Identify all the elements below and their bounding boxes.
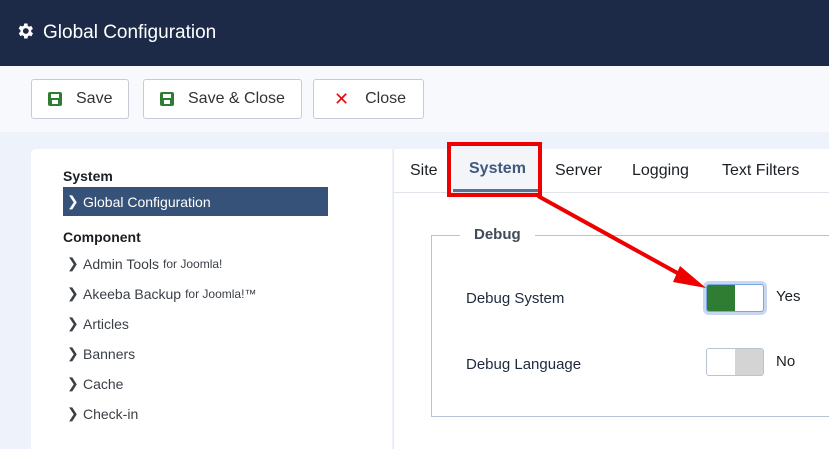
annotation-arrow [537, 194, 706, 288]
